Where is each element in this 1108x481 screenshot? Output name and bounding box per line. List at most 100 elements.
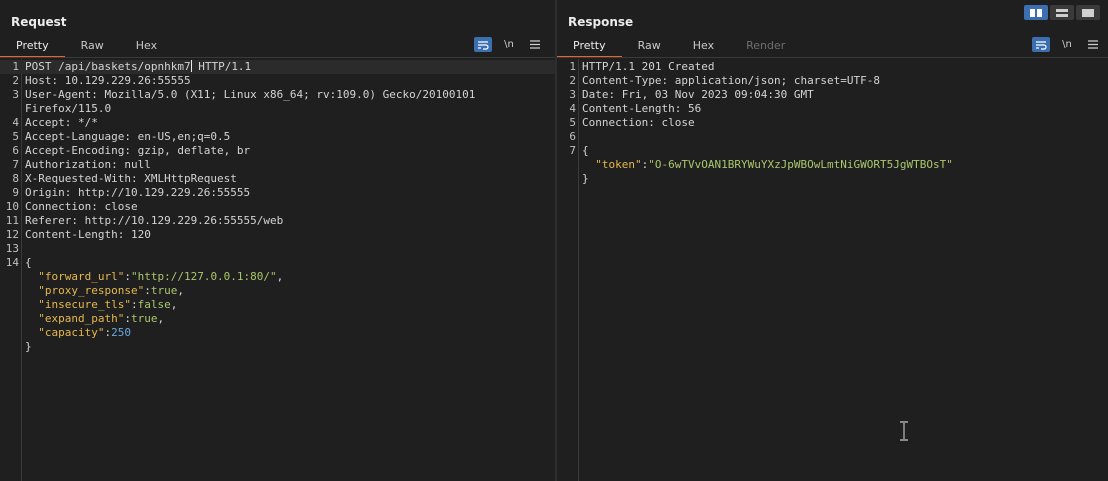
request-code-line[interactable]: Firefox/115.0 bbox=[0, 102, 555, 116]
request-editor[interactable]: 1 POST /api/baskets/opnhkm7 HTTP/1.1 2 Host… bbox=[0, 59, 555, 481]
line-text: "token":"O-6wTVvOAN1BRYWuYXzJpWBOwLmtNiG… bbox=[582, 158, 953, 172]
json-key: "expand_path" bbox=[38, 312, 125, 325]
code-text: Content-Length: 120 bbox=[25, 228, 151, 241]
line-number: 4 bbox=[569, 102, 576, 115]
response-code-line[interactable]: 2 Content-Type: application/json; charset… bbox=[557, 74, 1108, 88]
code-text: { bbox=[25, 256, 32, 269]
line-number: 2 bbox=[569, 74, 576, 87]
code-text: User-Agent: Mozilla/5.0 (X11; Linux x86_… bbox=[25, 88, 476, 101]
code-text: Connection: close bbox=[582, 116, 695, 129]
request-code-line[interactable]: 8 X-Requested-With: XMLHttpRequest bbox=[0, 172, 555, 186]
request-code-line[interactable]: 14 { bbox=[0, 256, 555, 270]
line-number: 1 bbox=[12, 60, 19, 73]
response-pane: Response Pretty Raw Hex Render \n 1 HTTP/… bbox=[557, 0, 1108, 481]
request-code-line[interactable]: 7 Authorization: null bbox=[0, 158, 555, 172]
request-code-line[interactable]: 13 bbox=[0, 242, 555, 256]
response-code-line[interactable]: 5 Connection: close bbox=[557, 116, 1108, 130]
response-code-line[interactable]: "token":"O-6wTVvOAN1BRYWuYXzJpWBOwLmtNiG… bbox=[557, 158, 1108, 172]
response-code-line[interactable]: } bbox=[557, 172, 1108, 186]
request-code-line[interactable]: 1 POST /api/baskets/opnhkm7 HTTP/1.1 bbox=[0, 60, 555, 74]
request-tab-hex[interactable]: Hex bbox=[120, 36, 173, 58]
request-code-line[interactable]: 9 Origin: http://10.129.229.26:55555 bbox=[0, 186, 555, 200]
code-text: } bbox=[582, 172, 589, 185]
request-tab-raw[interactable]: Raw bbox=[65, 36, 120, 58]
line-text: Date: Fri, 03 Nov 2023 09:04:30 GMT bbox=[582, 88, 814, 102]
menu-icon[interactable] bbox=[526, 37, 544, 52]
line-text: "forward_url":"http://127.0.0.1:80/", bbox=[25, 270, 283, 284]
line-text: Host: 10.129.229.26:55555 bbox=[25, 74, 191, 88]
request-code-line[interactable]: } bbox=[0, 340, 555, 354]
request-code-line[interactable]: 11 Referer: http://10.129.229.26:55555/we… bbox=[0, 214, 555, 228]
request-code-line[interactable]: 12 Content-Length: 120 bbox=[0, 228, 555, 242]
code-text: , bbox=[276, 270, 284, 283]
request-tabs: Pretty Raw Hex bbox=[0, 36, 173, 58]
wrap-lines-icon[interactable] bbox=[474, 37, 492, 52]
response-editor[interactable]: 1 HTTP/1.1 201 Created 2 Content-Type: appl… bbox=[557, 59, 1108, 481]
code-text: : bbox=[144, 284, 151, 297]
line-text: "proxy_response":true, bbox=[25, 284, 184, 298]
line-number: 7 bbox=[569, 144, 576, 157]
response-tab-render[interactable]: Render bbox=[730, 36, 801, 58]
code-text: , bbox=[157, 312, 165, 325]
request-title: Request bbox=[11, 15, 67, 29]
response-code-line[interactable]: 4 Content-Length: 56 bbox=[557, 102, 1108, 116]
response-tabs: Pretty Raw Hex Render bbox=[557, 36, 801, 58]
line-text: "expand_path":true, bbox=[25, 312, 164, 326]
line-number: 5 bbox=[12, 130, 19, 143]
layout-toggle bbox=[1024, 5, 1100, 20]
response-code-line[interactable]: 6 bbox=[557, 130, 1108, 144]
response-code-line[interactable]: 7{ bbox=[557, 144, 1108, 158]
response-tab-hex[interactable]: Hex bbox=[677, 36, 730, 58]
line-text: { bbox=[25, 256, 32, 270]
response-tab-divider bbox=[557, 57, 1108, 58]
response-code-line[interactable]: 1 HTTP/1.1 201 Created bbox=[557, 60, 1108, 74]
line-text: Connection: close bbox=[25, 200, 138, 214]
line-text: Authorization: null bbox=[25, 158, 151, 172]
side-by-side-layout-icon[interactable] bbox=[1024, 5, 1048, 20]
line-number: 4 bbox=[12, 116, 19, 129]
response-code-line[interactable]: 3 Date: Fri, 03 Nov 2023 09:04:30 GMT bbox=[557, 88, 1108, 102]
code-text: Connection: close bbox=[25, 200, 138, 213]
request-code-line[interactable]: 4 Accept: */* bbox=[0, 116, 555, 130]
request-code-line[interactable]: 2 Host: 10.129.229.26:55555 bbox=[0, 74, 555, 88]
json-value: true bbox=[130, 312, 158, 325]
request-pane: Request Pretty Raw Hex \n 1 POST /api/bas… bbox=[0, 0, 555, 481]
wrap-lines-icon[interactable] bbox=[1032, 37, 1050, 52]
json-number: 250 bbox=[111, 326, 131, 339]
response-tab-pretty[interactable]: Pretty bbox=[557, 36, 622, 58]
request-lines: 1 POST /api/baskets/opnhkm7 HTTP/1.1 2 Host… bbox=[0, 60, 555, 354]
request-code-line[interactable]: 6 Accept-Encoding: gzip, deflate, br bbox=[0, 144, 555, 158]
json-key: "proxy_response" bbox=[38, 284, 145, 297]
request-code-line[interactable]: "expand_path":true, bbox=[0, 312, 555, 326]
response-tab-raw[interactable]: Raw bbox=[622, 36, 677, 58]
line-text: Accept: */* bbox=[25, 116, 98, 130]
code-text: : bbox=[124, 270, 131, 283]
line-text: Content-Type: application/json; charset=… bbox=[582, 74, 880, 88]
code-text: Referer: http://10.129.229.26:55555/web bbox=[25, 214, 284, 227]
stacked-layout-icon[interactable] bbox=[1050, 5, 1074, 20]
code-text: Authorization: null bbox=[25, 158, 151, 171]
line-text: X-Requested-With: XMLHttpRequest bbox=[25, 172, 237, 186]
line-text: "insecure_tls":false, bbox=[25, 298, 177, 312]
request-code-line[interactable]: "insecure_tls":false, bbox=[0, 298, 555, 312]
menu-icon[interactable] bbox=[1084, 37, 1102, 52]
code-text: Origin: http://10.129.229.26:55555 bbox=[25, 186, 251, 199]
request-code-line[interactable]: "proxy_response":true, bbox=[0, 284, 555, 298]
request-tab-pretty[interactable]: Pretty bbox=[0, 36, 65, 58]
show-newlines-icon[interactable]: \n bbox=[1058, 37, 1076, 52]
line-text: } bbox=[25, 340, 32, 354]
line-number: 6 bbox=[12, 144, 19, 157]
request-code-line[interactable]: 3 User-Agent: Mozilla/5.0 (X11; Linux x86… bbox=[0, 88, 555, 102]
tabbed-layout-icon[interactable] bbox=[1076, 5, 1100, 20]
request-code-line[interactable]: "forward_url":"http://127.0.0.1:80/", bbox=[0, 270, 555, 284]
code-text: Content-Type: application/json; charset=… bbox=[582, 74, 881, 87]
line-number: 9 bbox=[12, 186, 19, 199]
code-text: HTTP/1.1 201 Created bbox=[582, 60, 715, 73]
request-code-line[interactable]: 5 Accept-Language: en-US,en;q=0.5 bbox=[0, 130, 555, 144]
request-code-line[interactable]: "capacity":250 bbox=[0, 326, 555, 340]
code-text: Date: Fri, 03 Nov 2023 09:04:30 GMT bbox=[582, 88, 814, 101]
show-newlines-icon[interactable]: \n bbox=[500, 37, 518, 52]
line-number: 13 bbox=[5, 242, 19, 255]
request-code-line[interactable]: 10 Connection: close bbox=[0, 200, 555, 214]
